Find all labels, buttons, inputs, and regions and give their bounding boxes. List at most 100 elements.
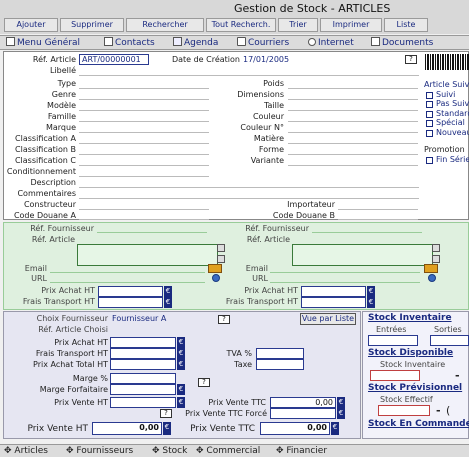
help-icon[interactable]: ? <box>405 55 417 64</box>
tva-field[interactable] <box>256 348 304 359</box>
prix-vente-ht-field[interactable] <box>110 397 176 408</box>
search-all-button[interactable]: Tout Recherch. <box>206 18 276 32</box>
help-icon[interactable]: ? <box>198 378 210 387</box>
supplier1-article-field[interactable] <box>77 244 218 266</box>
supplier2-article-field[interactable] <box>292 244 433 266</box>
stock-previsionnel-link[interactable]: Stock Prévisionnel <box>368 383 462 393</box>
nouveau-label: Nouveau <box>436 128 469 137</box>
nouveau-checkbox[interactable] <box>426 130 433 137</box>
variante-field[interactable] <box>288 165 418 166</box>
marge-forfaitaire-field[interactable] <box>110 384 176 395</box>
taille-label: Taille <box>263 101 284 110</box>
marque-field[interactable] <box>79 132 209 133</box>
supplier2-email-label: Email <box>245 264 268 273</box>
forme-field[interactable] <box>288 154 418 155</box>
prix-vente-ttc-field[interactable]: 0,00 <box>270 397 336 408</box>
menu-item-courriers[interactable]: Courriers <box>237 37 289 49</box>
tva-label: TVA % <box>226 349 252 358</box>
taille-field[interactable] <box>288 110 418 111</box>
sorties-field[interactable] <box>430 335 469 346</box>
frais-transport-field[interactable] <box>110 348 176 359</box>
type-field[interactable] <box>79 88 209 89</box>
supplier1-ref-field[interactable] <box>97 232 207 233</box>
supplier2-ref-field[interactable] <box>312 232 422 233</box>
importateur-field[interactable] <box>338 209 418 210</box>
marge-pct-field[interactable] <box>110 373 176 384</box>
taxe-label: Taxe <box>234 360 252 369</box>
help-icon[interactable]: ? <box>160 409 172 418</box>
dimensions-field[interactable] <box>288 99 418 100</box>
scroll-down-icon[interactable] <box>432 255 440 263</box>
code-douane-a-field[interactable] <box>79 219 209 220</box>
prix-achat-field[interactable] <box>110 337 176 348</box>
nav-commercial[interactable]: ✥ Commercial <box>196 446 260 457</box>
menu-item-general[interactable]: Menu Général <box>6 37 80 49</box>
classification-c-field[interactable] <box>79 165 209 166</box>
menu-item-contacts[interactable]: Contacts <box>104 37 155 49</box>
couleur-num-field[interactable] <box>288 132 418 133</box>
fin-serie-checkbox[interactable] <box>426 157 433 164</box>
bottom-prix-vente-ht-field[interactable]: 0,00 <box>92 422 162 435</box>
taxe-field[interactable] <box>256 359 304 370</box>
nav-articles[interactable]: ✥ Articles <box>4 446 48 457</box>
poids-field[interactable] <box>288 88 418 89</box>
stock-en-commande-link[interactable]: Stock En Commande <box>368 419 469 429</box>
supplier2-email-field[interactable] <box>270 272 420 273</box>
sort-button[interactable]: Trier <box>278 18 318 32</box>
libelle-field[interactable] <box>79 75 419 76</box>
vue-par-liste-button[interactable]: Vue par Liste <box>300 313 356 325</box>
genre-field[interactable] <box>79 99 209 100</box>
menu-item-internet[interactable]: Internet <box>308 37 354 49</box>
add-button[interactable]: Ajouter <box>4 18 58 32</box>
euro-icon: € <box>163 422 171 435</box>
menu-item-agenda[interactable]: Agenda <box>173 37 218 49</box>
commentaires-field[interactable] <box>79 198 419 199</box>
description-field[interactable] <box>79 187 419 188</box>
mail-icon[interactable] <box>424 264 438 273</box>
stock-disponible-link[interactable]: Stock Disponible <box>368 348 453 358</box>
prix-vente-ttc-force-field[interactable] <box>270 408 336 419</box>
globe-icon[interactable] <box>428 274 436 282</box>
supplier1-frais-field[interactable] <box>98 297 163 308</box>
nav-financier[interactable]: ✥ Financier <box>276 446 327 457</box>
stock-disponible-field[interactable] <box>370 370 420 381</box>
couleur-field[interactable] <box>288 121 418 122</box>
classification-b-field[interactable] <box>79 154 209 155</box>
choix-fournisseur-value[interactable]: Fournisseur A <box>112 314 166 323</box>
conditionnement-field[interactable] <box>79 176 209 177</box>
matiere-field[interactable] <box>288 143 418 144</box>
standard-checkbox[interactable] <box>426 111 433 118</box>
special-checkbox[interactable] <box>426 120 433 127</box>
suivi-checkbox[interactable] <box>426 92 433 99</box>
scroll-down-icon[interactable] <box>217 255 225 263</box>
list-button[interactable]: Liste <box>384 18 428 32</box>
pas-suivi-checkbox[interactable] <box>426 101 433 108</box>
prix-achat-total-field[interactable] <box>110 359 176 370</box>
supplier2-frais-field[interactable] <box>301 297 366 308</box>
delete-button[interactable]: Supprimer <box>60 18 124 32</box>
constructeur-field[interactable] <box>79 209 209 210</box>
supplier2-prix-field[interactable] <box>301 286 366 297</box>
classification-a-field[interactable] <box>79 143 209 144</box>
supplier1-prix-field[interactable] <box>98 286 163 297</box>
menu-item-documents[interactable]: Documents <box>371 37 433 49</box>
supplier1-email-field[interactable] <box>50 272 205 273</box>
stock-effectif-field[interactable] <box>378 405 430 416</box>
supplier2-url-field[interactable] <box>270 282 420 283</box>
globe-icon[interactable] <box>212 274 220 282</box>
famille-field[interactable] <box>79 121 209 122</box>
print-button[interactable]: Imprimer <box>320 18 382 32</box>
nav-stock[interactable]: ✥ Stock <box>152 446 187 457</box>
entrees-field[interactable] <box>368 335 418 346</box>
stock-inventaire-link[interactable]: Stock Inventaire <box>368 313 452 323</box>
bottom-prix-vente-ttc-field[interactable]: 0,00 <box>260 422 330 435</box>
help-icon[interactable]: ? <box>218 315 230 324</box>
scroll-up-icon[interactable] <box>217 244 225 252</box>
ref-article-field[interactable]: ART/00000001 <box>79 54 149 65</box>
supplier1-url-field[interactable] <box>50 282 205 283</box>
scroll-up-icon[interactable] <box>432 244 440 252</box>
nav-fournisseurs[interactable]: ✥ Fournisseurs <box>66 446 133 457</box>
modele-field[interactable] <box>79 110 209 111</box>
search-button[interactable]: Rechercher <box>126 18 204 32</box>
code-douane-b-field[interactable] <box>338 219 418 220</box>
